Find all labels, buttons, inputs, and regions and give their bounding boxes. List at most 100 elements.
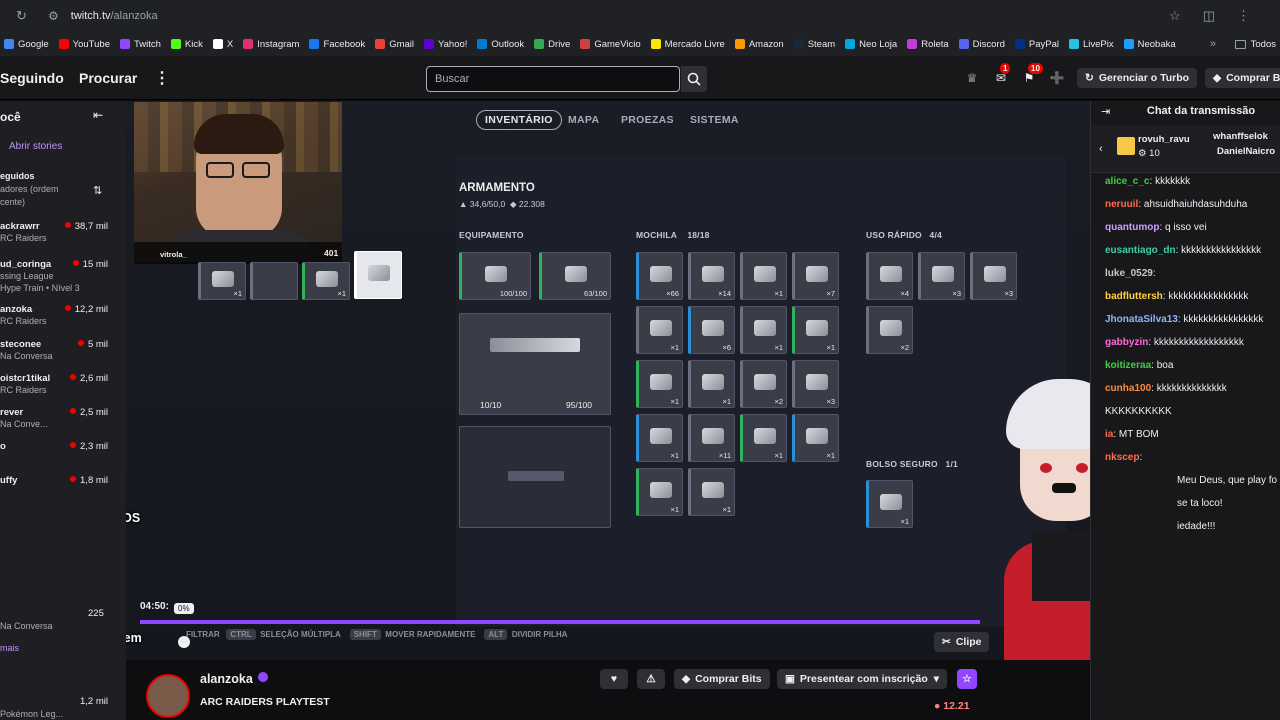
quick-use-slot[interactable]: ×4 (866, 252, 913, 300)
notifications-icon[interactable]: ⚑ 10 (1021, 63, 1043, 86)
notify-button[interactable]: ⚠ (637, 669, 665, 689)
followed-channel[interactable]: rever Na Conve... 2,5 mil (0, 407, 126, 437)
search-button[interactable] (681, 66, 707, 92)
chat-username[interactable]: cunha100 (1105, 383, 1151, 394)
bookmark-item[interactable]: Roleta (907, 39, 949, 50)
site-info-icon[interactable]: ⚙ (48, 9, 59, 23)
backpack-slot[interactable]: ×3 (792, 360, 839, 408)
extensions-icon[interactable]: ◫ (1203, 8, 1215, 24)
browser-menu-icon[interactable]: ⋮ (1237, 8, 1250, 24)
bookmark-star-icon[interactable]: ☆ (1169, 8, 1181, 24)
backpack-slot[interactable]: ×14 (688, 252, 735, 300)
collapse-sidebar-icon[interactable]: ⇤ (93, 108, 103, 122)
video-player[interactable]: vitrola_ 401 INVENTÁRIO MAPA PROEZAS SIS… (126, 101, 1090, 660)
equip-slot-armor[interactable]: 100/100 (459, 252, 531, 300)
backpack-slot[interactable]: ×1 (792, 306, 839, 354)
reload-icon[interactable]: ↻ (16, 9, 30, 23)
backpack-slot[interactable]: ×6 (688, 306, 735, 354)
avatar[interactable] (146, 674, 190, 718)
backpack-slot[interactable]: ×1 (636, 360, 683, 408)
tab-feats[interactable]: PROEZAS (621, 110, 674, 130)
nav-browse[interactable]: Procurar (79, 70, 137, 86)
sidebar-show-more[interactable]: mais (0, 643, 19, 653)
quick-use-slot[interactable]: ×2 (866, 306, 913, 354)
chat-username[interactable]: neruuil (1105, 199, 1138, 210)
backpack-slot[interactable]: ×2 (740, 360, 787, 408)
bookmark-item[interactable]: Mercado Livre (650, 39, 725, 50)
backpack-slot[interactable]: ×1 (688, 468, 735, 516)
followed-channel[interactable]: uffy 1,8 mil (0, 475, 126, 505)
equip-slot-augment[interactable]: 63/100 (539, 252, 611, 300)
chat-username[interactable]: badfluttersh (1105, 291, 1163, 302)
seek-bar[interactable] (140, 620, 980, 624)
collapse-chat-icon[interactable]: ⇥ (1101, 105, 1110, 118)
chat-username[interactable]: ia (1105, 429, 1113, 440)
bookmark-item[interactable]: PayPal (1014, 39, 1059, 50)
chat-username[interactable]: JhonataSilva13 (1105, 314, 1178, 325)
backpack-slot[interactable]: ×1 (636, 414, 683, 462)
bookmark-item[interactable]: Neo Loja (845, 39, 897, 50)
bookmark-item[interactable]: Outlook (477, 39, 524, 50)
tab-map[interactable]: MAPA (568, 110, 599, 130)
hotbar-slot[interactable] (250, 262, 298, 300)
bookmark-item[interactable]: Neobaka (1123, 39, 1176, 50)
subscribe-button[interactable]: ☆ (957, 669, 977, 689)
buy-bits-button[interactable]: ◆ Comprar Bits (674, 669, 770, 689)
backpack-slot[interactable]: ×1 (792, 414, 839, 462)
url-field[interactable]: twitch.tv/alanzoka (71, 10, 158, 22)
hotbar-slot[interactable]: ×1 (302, 262, 350, 300)
bookmark-item[interactable]: X (212, 39, 233, 50)
bookmark-item[interactable]: Twitch (119, 39, 161, 50)
bookmark-item[interactable]: YouTube (58, 39, 110, 50)
channel-name[interactable]: alanzoka (200, 672, 253, 686)
bookmark-item[interactable]: Facebook (309, 39, 365, 50)
hotbar-slot[interactable]: ×1 (354, 251, 402, 299)
nav-following[interactable]: Seguindo (0, 70, 64, 86)
bookmark-item[interactable]: Discord (958, 39, 1005, 50)
backpack-slot[interactable]: ×11 (688, 414, 735, 462)
backpack-slot[interactable]: ×66 (636, 252, 683, 300)
chat-username[interactable]: eusantiago_dn (1105, 245, 1176, 256)
backpack-slot[interactable]: ×1 (740, 252, 787, 300)
weapon-slot-1[interactable]: 10/10 95/100 (459, 313, 611, 415)
followed-channel[interactable]: o 2,3 mil (0, 441, 126, 471)
followed-channel[interactable]: ackrawrr RC Raiders 38,7 mil (0, 221, 126, 251)
tab-inventory[interactable]: INVENTÁRIO (476, 110, 562, 130)
backpack-slot[interactable]: ×1 (636, 306, 683, 354)
drops-icon[interactable]: ✉ 1 (993, 63, 1011, 86)
more-menu-icon[interactable]: ⋮ (154, 68, 170, 88)
chat-username[interactable]: nkscep (1105, 452, 1139, 463)
prime-crown-icon[interactable]: ♕ (964, 70, 980, 86)
bookmark-item[interactable]: GameVicio (580, 39, 641, 50)
bookmark-item[interactable]: Amazon (734, 39, 784, 50)
chat-username[interactable]: quantumop (1105, 222, 1159, 233)
prev-icon[interactable]: ‹ (1099, 143, 1103, 155)
all-bookmarks-folder[interactable]: Todos (1234, 39, 1276, 50)
clip-button[interactable]: ✂ Clipe (934, 632, 990, 652)
bookmark-item[interactable]: Google (4, 39, 49, 50)
backpack-slot[interactable]: ×1 (688, 360, 735, 408)
bookmarks-overflow-icon[interactable]: » (1210, 38, 1216, 50)
buy-bits-top-button[interactable]: ◆ Comprar Bi (1205, 68, 1280, 88)
search-input[interactable] (427, 67, 679, 91)
bookmark-item[interactable]: LivePix (1068, 39, 1114, 50)
backpack-slot[interactable]: ×1 (740, 306, 787, 354)
followed-channel[interactable]: ud_coringa ssing League Hype Train • Nível… (0, 259, 126, 293)
backpack-slot[interactable]: ×7 (792, 252, 839, 300)
manage-turbo-button[interactable]: ↻ Gerenciar o Turbo (1077, 68, 1198, 88)
bookmark-item[interactable]: Gmail (375, 39, 414, 50)
bookmark-item[interactable]: Steam (793, 39, 835, 50)
hotbar-slot[interactable]: ×1 (198, 262, 246, 300)
chat-username[interactable]: luke_0529 (1105, 268, 1153, 279)
sort-icon[interactable]: ⇅ (93, 184, 102, 197)
bookmark-item[interactable]: Yahoo! (424, 39, 467, 50)
followed-channel[interactable]: steconee Na Conversa 5 mil (0, 339, 126, 369)
open-stories-link[interactable]: Abrir stories (9, 141, 62, 152)
bookmark-item[interactable]: Instagram (243, 39, 299, 50)
chat-username[interactable]: alice_c_c (1105, 176, 1150, 187)
followed-channel[interactable]: anzoka RC Raiders 12,2 mil (0, 304, 126, 334)
chat-username[interactable]: gabbyzin (1105, 337, 1148, 348)
bookmark-item[interactable]: Kick (170, 39, 203, 50)
weapon-slot-2[interactable] (459, 426, 611, 528)
backpack-slot[interactable]: ×1 (636, 468, 683, 516)
